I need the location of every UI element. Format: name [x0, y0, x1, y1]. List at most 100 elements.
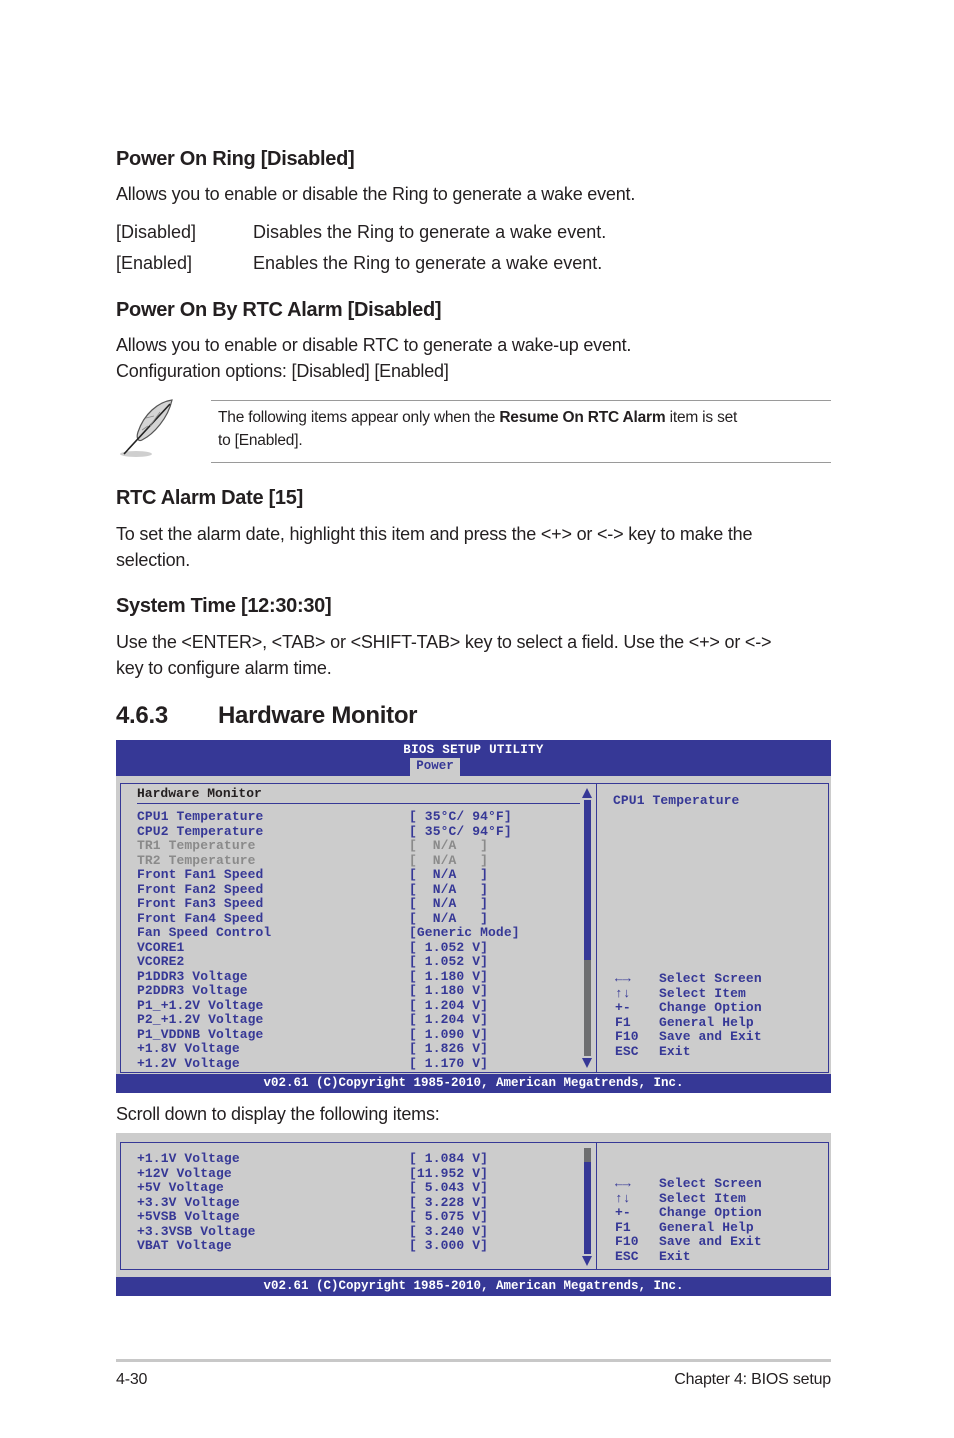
- setting-label: Front Fan3 Speed: [137, 896, 264, 911]
- scroll-down-arrow-icon[interactable]: [582, 1256, 592, 1266]
- setting-label: +3.3V Voltage: [137, 1194, 240, 1210]
- setting-label: P1_+1.2V Voltage: [137, 997, 264, 1013]
- chapter-label: Chapter 4: BIOS setup: [674, 1371, 831, 1388]
- help-title: CPU1 Temperature: [613, 793, 740, 808]
- setting-value: [ 1.052 V]: [409, 954, 489, 969]
- setting-label: +1.2V Voltage: [137, 1055, 240, 1071]
- settings-panel: +1.1V Voltage [ 1.084 V] +12V Voltage [11.9…: [120, 1142, 597, 1270]
- setting-label: +1.1V Voltage: [137, 1151, 240, 1166]
- setting-label: Fan Speed Control: [137, 925, 272, 940]
- setting-label: +3.3VSB Voltage: [137, 1223, 256, 1239]
- setting-label: VCORE1: [137, 939, 185, 955]
- setting-value: [ N/A ]: [409, 867, 489, 882]
- setting-value: [ N/A ]: [409, 881, 489, 897]
- option-row: [Disabled] Disables the Ring to generate…: [116, 222, 831, 253]
- setting-value: [ N/A ]: [409, 838, 489, 853]
- bios-title: BIOS SETUP UTILITY: [403, 743, 544, 757]
- option-desc: Enables the Ring to generate a wake even…: [253, 253, 603, 273]
- power-on-ring-heading: Power On Ring [Disabled]: [116, 148, 355, 170]
- key-description: Exit: [659, 1043, 691, 1059]
- rtc-alarm-date-line2: selection.: [116, 550, 191, 570]
- scroll-up-arrow-icon[interactable]: [582, 788, 592, 798]
- note-text-line2: to [Enabled].: [218, 432, 303, 449]
- panel-section-title: Hardware Monitor: [137, 786, 262, 801]
- scrollbar-thumb[interactable]: [584, 1162, 591, 1254]
- setting-label: +1.8V Voltage: [137, 1041, 240, 1056]
- power-on-ring-options: [Disabled] Disables the Ring to generate…: [116, 222, 831, 284]
- key-description: Change Option: [659, 1205, 762, 1220]
- bios-header: BIOS SETUP UTILITY Power: [116, 740, 831, 776]
- scroll-note: Scroll down to display the following ite…: [116, 1104, 440, 1124]
- feather-pen-icon: [114, 396, 180, 460]
- setting-value: [11.952 V]: [409, 1165, 489, 1181]
- power-on-rtc-line1: Allows you to enable or disable RTC to g…: [116, 335, 632, 355]
- setting-value: [ 3.000 V]: [409, 1238, 489, 1253]
- setting-label: P1DDR3 Voltage: [137, 968, 248, 984]
- setting-label: P2DDR3 Voltage: [137, 983, 248, 998]
- setting-value: [Generic Mode]: [409, 925, 520, 940]
- bios-screen-scrolled: +1.1V Voltage [ 1.084 V] +12V Voltage [11.9…: [116, 1133, 831, 1296]
- setting-value: [ 1.826 V]: [409, 1041, 489, 1056]
- scrollbar[interactable]: [584, 800, 591, 1056]
- key-name: F10: [615, 1234, 639, 1249]
- setting-value: [ 1.204 V]: [409, 1012, 489, 1027]
- key-description: General Help: [659, 1014, 754, 1030]
- scrollbar[interactable]: [584, 1148, 591, 1254]
- setting-value: [ 1.180 V]: [409, 968, 489, 984]
- settings-panel: Hardware Monitor CPU1 Temperature [ 35°C/…: [120, 783, 597, 1073]
- bios-screen-main: BIOS SETUP UTILITY Power Hardware Monito…: [116, 740, 831, 1093]
- system-time-heading: System Time [12:30:30]: [116, 595, 332, 617]
- key-name: F10: [615, 1029, 639, 1044]
- setting-label: Front Fan2 Speed: [137, 881, 264, 897]
- setting-label: +5VSB Voltage: [137, 1209, 240, 1224]
- system-time-line2: key to configure alarm time.: [116, 658, 332, 678]
- note-text: item is set: [665, 409, 738, 426]
- rtc-alarm-date-line1: To set the alarm date, highlight this it…: [116, 524, 753, 544]
- key-description: Exit: [659, 1248, 691, 1264]
- option-key: [Disabled]: [116, 222, 197, 242]
- setting-label: Front Fan4 Speed: [137, 910, 264, 926]
- setting-label: P2_+1.2V Voltage: [137, 1012, 264, 1027]
- setting-value: [ 35°C/ 94°F]: [409, 809, 512, 824]
- key-description: Save and Exit: [659, 1234, 762, 1249]
- setting-value: [ N/A ]: [409, 910, 489, 926]
- setting-value: [ 35°C/ 94°F]: [409, 823, 512, 839]
- key-description: General Help: [659, 1219, 754, 1235]
- setting-label: VBAT Voltage: [137, 1238, 232, 1253]
- help-panel: CPU1 Temperature ←→ Select Screen ↑↓ Select…: [596, 783, 829, 1073]
- setting-label: TR2 Temperature: [137, 852, 256, 868]
- help-panel: ←→ Select Screen ↑↓ Select Item +- Change Opt…: [596, 1142, 829, 1270]
- setting-label: CPU2 Temperature: [137, 823, 264, 839]
- setting-label: TR1 Temperature: [137, 838, 256, 853]
- setting-value: [ 1.052 V]: [409, 939, 489, 955]
- key-description: Select Item: [659, 1190, 746, 1206]
- key-name: F1: [615, 1219, 631, 1235]
- rtc-alarm-date-heading: RTC Alarm Date [15]: [116, 487, 303, 509]
- section-title: Hardware Monitor: [218, 702, 418, 729]
- bios-footer: v02.61 (C)Copyright 1985-2010, American …: [116, 1277, 831, 1296]
- key-name: ESC: [615, 1043, 639, 1059]
- key-description: Select Screen: [659, 1176, 762, 1191]
- setting-label: P1_VDDNB Voltage: [137, 1026, 264, 1042]
- power-on-rtc-heading: Power On By RTC Alarm [Disabled]: [116, 299, 442, 321]
- scrollbar-thumb[interactable]: [584, 800, 591, 960]
- key-name: ↑↓: [615, 985, 631, 1001]
- setting-value: [ 5.075 V]: [409, 1209, 489, 1224]
- page-number: 4-30: [116, 1371, 148, 1388]
- setting-value: [ N/A ]: [409, 896, 489, 911]
- setting-label: Front Fan1 Speed: [137, 867, 264, 882]
- note-text-line1: The following items appear only when the…: [218, 406, 737, 429]
- setting-value: [ 3.240 V]: [409, 1223, 489, 1239]
- setting-value: [ 1.170 V]: [409, 1055, 489, 1071]
- setting-value: [ 1.084 V]: [409, 1151, 489, 1166]
- tab-power[interactable]: Power: [410, 758, 460, 776]
- setting-value: [ 1.090 V]: [409, 1026, 489, 1042]
- option-row: [Enabled] Enables the Ring to generate a…: [116, 253, 831, 284]
- scroll-down-arrow-icon[interactable]: [582, 1058, 592, 1068]
- key-name: +-: [615, 1205, 631, 1220]
- setting-label: +12V Voltage: [137, 1165, 232, 1181]
- key-description: Change Option: [659, 1000, 762, 1015]
- option-desc: Disables the Ring to generate a wake eve…: [253, 222, 607, 242]
- setting-value: [ 5.043 V]: [409, 1180, 489, 1195]
- power-on-rtc-line2: Configuration options: [Disabled] [Enabl…: [116, 361, 449, 381]
